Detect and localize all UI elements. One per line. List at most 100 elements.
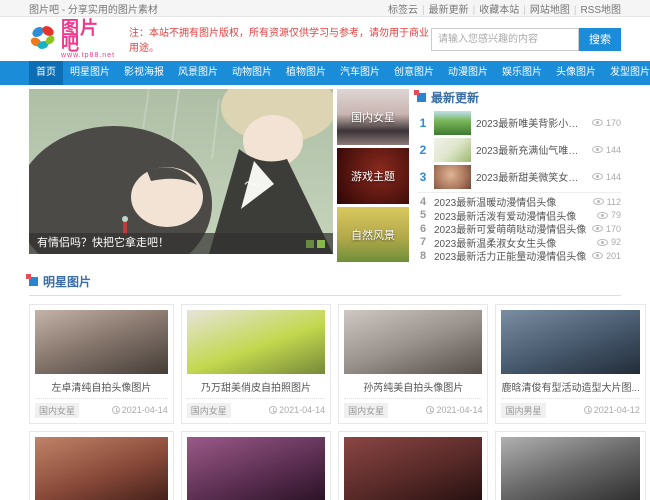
view-count: 79 <box>611 210 621 220</box>
tile-nature-scenery[interactable]: 自然风景 <box>337 207 409 263</box>
list-item-thumbnail <box>434 165 471 189</box>
card-title: 左卓清纯自拍头像图片 <box>35 379 168 394</box>
top-utility-bar: 图片吧 - 分享实用的图片素材 标签云 最新更新 收藏本站 网站地图 RSS地图 <box>0 0 650 17</box>
search-button[interactable]: 搜索 <box>579 28 621 51</box>
nav-item-movie-posters[interactable]: 影视海报 <box>117 61 171 85</box>
image-card[interactable]: 罗云熙春日温柔清新海棠大片... 国内男星 2021-04-11 <box>338 431 488 500</box>
latest-updates-title: 最新更新 <box>431 89 479 106</box>
image-card[interactable]: 鹿晗清俊有型活动造型大片图... 国内男星 2021-04-12 <box>495 304 645 424</box>
list-item[interactable]: 1 2023最新唯美背影小清新女生头像 170 <box>417 109 621 136</box>
list-item[interactable]: 5 2023最新活泼有爱动漫情侣头像 79 <box>417 209 621 223</box>
image-card[interactable]: 左卓清纯自拍头像图片 国内女星 2021-04-14 <box>29 304 174 424</box>
top-link-tag-cloud[interactable]: 标签云 <box>388 1 425 16</box>
view-count: 170 <box>606 118 621 128</box>
list-item[interactable]: 7 2023最新温柔淑女女生头像 92 <box>417 236 621 250</box>
card-thumbnail <box>501 437 639 500</box>
nav-item-plant-pics[interactable]: 植物图片 <box>279 61 333 85</box>
rank-number: 7 <box>417 236 429 248</box>
rank-number: 8 <box>417 250 429 262</box>
top-links: 标签云 最新更新 收藏本站 网站地图 RSS地图 <box>388 1 621 16</box>
card-category-tag[interactable]: 国内女星 <box>35 403 79 418</box>
nav-item-scenery-pics[interactable]: 风景图片 <box>171 61 225 85</box>
tile-game-theme[interactable]: 游戏主题 <box>337 148 409 204</box>
card-thumbnail <box>187 310 325 374</box>
top-link-rss[interactable]: RSS地图 <box>580 1 621 16</box>
eye-icon <box>593 198 604 205</box>
hero-row: ～ 有情侣吗？快把它拿走吧！ 国内女星 游戏主题 <box>29 89 621 263</box>
slider-illustration: ～ <box>29 89 333 254</box>
nav-item-creative-pics[interactable]: 创意图片 <box>387 61 441 85</box>
site-tagline: 图片吧 - 分享实用的图片素材 <box>29 1 158 16</box>
list-item-thumbnail <box>434 111 471 135</box>
view-count: 92 <box>611 237 621 247</box>
card-thumbnail <box>35 437 168 500</box>
image-card[interactable]: 许光汉少年感NYLON尼龙封... 国内男星 2021-04-11 <box>29 431 174 500</box>
image-card[interactable]: 乃万甜美俏皮自拍照图片 国内女星 2021-04-14 <box>181 304 331 424</box>
section-marker-icon <box>417 93 426 102</box>
star-pictures-title: 明星图片 <box>43 273 91 290</box>
section-marker-icon <box>29 277 38 286</box>
view-count: 144 <box>606 145 621 155</box>
star-pictures-grid: 左卓清纯自拍头像图片 国内女星 2021-04-14 乃万甜美俏皮自拍照图片 国… <box>29 304 621 500</box>
list-item[interactable]: 8 2023最新活力正能量动漫情侣头像 201 <box>417 249 621 263</box>
top-link-bookmark[interactable]: 收藏本站 <box>479 1 526 16</box>
latest-updates-list: 1 2023最新唯美背影小清新女生头像 170 2 2023最新充满仙气唯美女生… <box>417 109 621 263</box>
star-pictures-section: 明星图片 左卓清纯自拍头像图片 国内女星 2021-04-14 乃万甜美俏皮自拍… <box>29 273 621 500</box>
featured-slider[interactable]: ～ 有情侣吗？快把它拿走吧！ <box>29 89 333 254</box>
top-link-sitemap[interactable]: 网站地图 <box>530 1 577 16</box>
list-item-title: 2023最新唯美背影小清新女生头像 <box>476 115 587 130</box>
list-item-thumbnail <box>434 138 471 162</box>
card-thumbnail <box>344 437 482 500</box>
card-category-tag[interactable]: 国内男星 <box>501 403 545 418</box>
image-card[interactable]: 孙芮纯美自拍头像图片 国内女星 2021-04-14 <box>338 304 488 424</box>
tile-label: 国内女星 <box>351 109 395 125</box>
svg-text:～: ～ <box>244 177 258 193</box>
nav-item-hairstyle-pics[interactable]: 发型图片 <box>603 61 650 85</box>
slider-caption-text: 有情侣吗？快把它拿走吧！ <box>37 233 169 254</box>
logo-text: 图片吧 <box>61 20 115 52</box>
page: 图片吧 - 分享实用的图片素材 标签云 最新更新 收藏本站 网站地图 RSS地图 <box>0 0 650 500</box>
clock-icon <box>584 406 592 414</box>
rank-number: 4 <box>417 196 429 208</box>
nav-item-star-pics[interactable]: 明星图片 <box>63 61 117 85</box>
clock-icon <box>112 406 120 414</box>
top-link-latest-updates[interactable]: 最新更新 <box>429 1 476 16</box>
nav-item-anime-pics[interactable]: 动漫图片 <box>441 61 495 85</box>
list-item[interactable]: 6 2023最新可爱萌萌哒动漫情侣头像 170 <box>417 222 621 236</box>
card-category-tag[interactable]: 国内女星 <box>344 403 388 418</box>
list-item[interactable]: 2 2023最新充满仙气唯美女生头像 144 <box>417 136 621 163</box>
card-title: 孙芮纯美自拍头像图片 <box>344 379 482 394</box>
nav-item-home[interactable]: 首页 <box>29 61 63 85</box>
image-card[interactable]: 龚俊笔挺西装造型有型有范写... 国内男星 2021-04-11 <box>495 431 645 500</box>
list-item[interactable]: 4 2023最新温暖动漫情侣头像 112 <box>417 195 621 209</box>
rank-number: 5 <box>417 209 429 221</box>
nav-item-animal-pics[interactable]: 动物图片 <box>225 61 279 85</box>
card-category-tag[interactable]: 国内女星 <box>187 403 231 418</box>
slider-dot-2[interactable] <box>317 240 325 248</box>
star-pictures-header: 明星图片 <box>29 273 621 296</box>
card-divider <box>501 398 639 399</box>
card-date: 2021-04-14 <box>436 405 482 415</box>
main-nav: 首页 明星图片 影视海报 风景图片 动物图片 植物图片 汽车图片 创意图片 动漫… <box>0 61 650 85</box>
card-thumbnail <box>501 310 639 374</box>
list-item-title: 2023最新充满仙气唯美女生头像 <box>476 142 587 157</box>
nav-item-car-pics[interactable]: 汽车图片 <box>333 61 387 85</box>
rank-number: 2 <box>417 143 429 157</box>
eye-icon <box>597 212 608 219</box>
image-card[interactable]: 小鬼王琳凯新变的皮夹克潮流... 国内男星 2021-04-11 <box>181 431 331 500</box>
slider-dot-1[interactable] <box>306 240 314 248</box>
nav-item-avatar-pics[interactable]: 头像图片 <box>549 61 603 85</box>
site-logo[interactable]: 图片吧 www.tp88.net <box>29 20 115 59</box>
nav-item-entertainment-pics[interactable]: 娱乐图片 <box>495 61 549 85</box>
list-item[interactable]: 3 2023最新甜美微笑女生头像 144 <box>417 163 621 190</box>
eye-icon <box>597 239 608 246</box>
search-input[interactable] <box>431 28 579 51</box>
clock-icon <box>269 406 277 414</box>
tile-domestic-actresses[interactable]: 国内女星 <box>337 89 409 145</box>
card-title: 乃万甜美俏皮自拍照图片 <box>187 379 325 394</box>
card-title: 鹿晗清俊有型活动造型大片图... <box>501 379 639 394</box>
search-box: 搜索 <box>431 28 621 51</box>
card-divider <box>344 398 482 399</box>
tile-label: 游戏主题 <box>351 168 395 184</box>
logo-url: www.tp88.net <box>61 52 115 59</box>
